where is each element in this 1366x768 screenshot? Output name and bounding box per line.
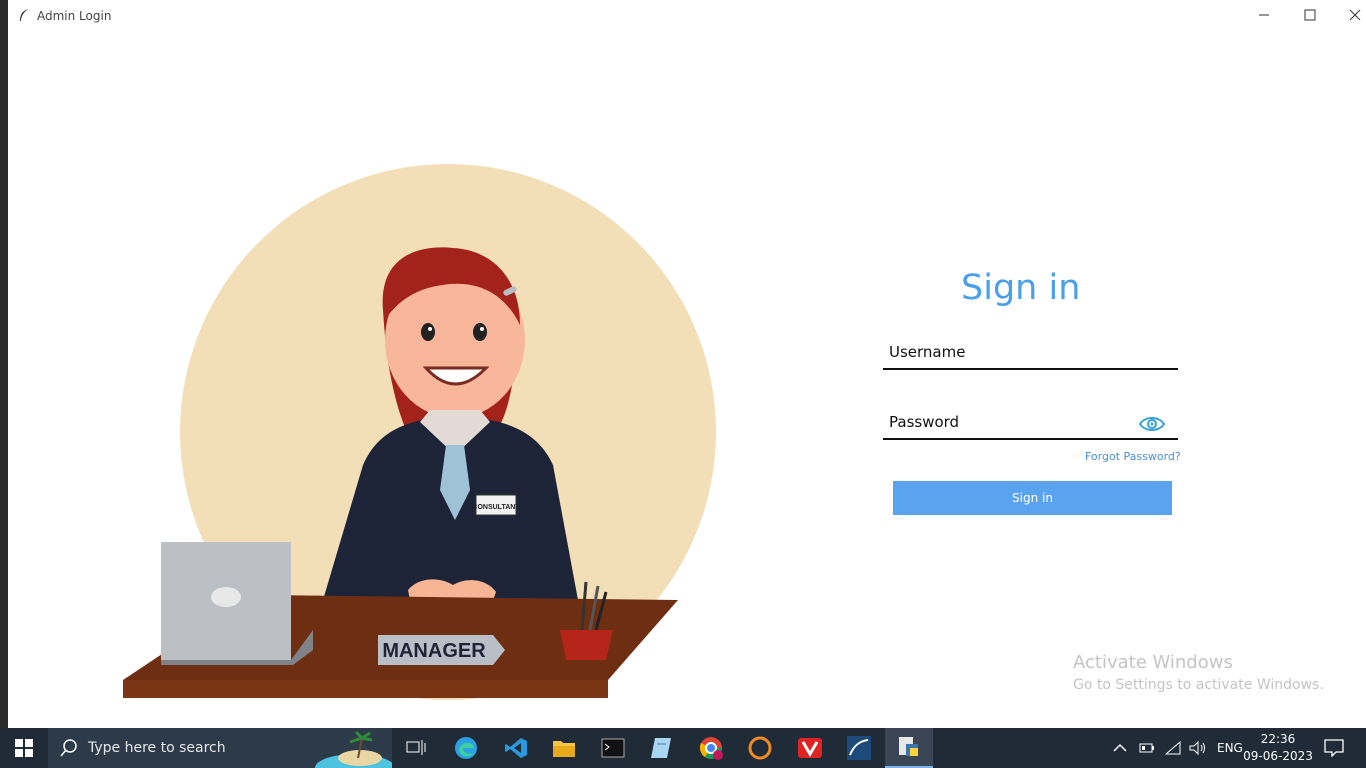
mysql-workbench-icon — [847, 736, 871, 760]
window-title: Admin Login — [37, 9, 112, 23]
clock-time: 22:36 — [1260, 732, 1296, 746]
windows-icon — [15, 739, 33, 757]
close-button[interactable] — [1332, 0, 1366, 30]
eclipse-icon — [748, 736, 772, 760]
vivaldi-icon — [798, 738, 822, 758]
desk-front — [123, 680, 608, 698]
terminal-icon — [601, 738, 625, 758]
consultant-badge-text: CONSULTANT — [472, 504, 520, 511]
taskbar-search[interactable]: Type here to search — [48, 728, 392, 768]
title-bar[interactable]: Admin Login — [8, 0, 1366, 30]
language-indicator[interactable]: ENG — [1217, 741, 1243, 755]
sign-in-heading: Sign in — [961, 268, 1081, 308]
notifications-button[interactable] — [1310, 728, 1358, 768]
right-eye — [473, 323, 487, 341]
edge-icon — [455, 737, 477, 759]
pen-holder — [560, 630, 613, 660]
terminal-button[interactable] — [589, 728, 637, 768]
left-eye — [421, 323, 435, 341]
python-icon — [899, 737, 918, 756]
maximize-icon — [1304, 9, 1316, 21]
task-view-icon — [406, 740, 426, 755]
admin-login-window: Admin Login CONSULTANT MANAGER Sign in U… — [8, 0, 1366, 728]
clock-date: 09-06-2023 — [1243, 749, 1313, 763]
taskbar: Type here to search ENG 22:36 09-06-2023 — [0, 728, 1366, 768]
system-tray: ENG — [1113, 728, 1243, 768]
activate-windows-watermark: Activate Windows Go to Settings to activ… — [1073, 652, 1324, 693]
username-field[interactable] — [883, 338, 1178, 370]
background-strip — [0, 0, 8, 728]
eclipse-button[interactable] — [736, 728, 784, 768]
mysql-workbench-button[interactable] — [835, 728, 883, 768]
search-placeholder: Type here to search — [88, 740, 226, 756]
start-button[interactable] — [0, 728, 48, 768]
python-button[interactable] — [885, 728, 933, 768]
minimize-icon — [1259, 14, 1269, 16]
edge-button[interactable] — [442, 728, 490, 768]
beach-icon — [315, 730, 392, 768]
vivaldi-button[interactable] — [786, 728, 834, 768]
password-input[interactable] — [889, 410, 1129, 434]
feather-icon — [20, 9, 28, 21]
vscode-icon — [505, 738, 527, 758]
notepad-button[interactable] — [637, 728, 685, 768]
forgot-password-link[interactable]: Forgot Password? — [1085, 450, 1181, 463]
volume-icon[interactable] — [1189, 741, 1207, 755]
manager-illustration: CONSULTANT MANAGER — [123, 164, 716, 700]
folder-icon — [553, 741, 575, 757]
vscode-button[interactable] — [492, 728, 540, 768]
username-input[interactable] — [889, 340, 1129, 364]
chrome-button[interactable] — [687, 728, 735, 768]
chevron-up-icon[interactable] — [1113, 743, 1127, 753]
sign-in-button[interactable]: Sign in — [893, 481, 1172, 515]
activate-subtitle: Go to Settings to activate Windows. — [1073, 677, 1324, 693]
eye-icon[interactable] — [1138, 414, 1166, 434]
password-field[interactable] — [883, 408, 1178, 440]
search-icon — [60, 739, 77, 757]
nameplate-text: MANAGER — [382, 640, 486, 662]
maximize-button[interactable] — [1287, 0, 1333, 30]
minimize-button[interactable] — [1241, 0, 1287, 30]
notification-icon — [1324, 739, 1344, 757]
chrome-icon — [699, 737, 723, 760]
file-explorer-button[interactable] — [540, 728, 588, 768]
activate-title: Activate Windows — [1073, 652, 1233, 673]
wifi-icon[interactable] — [1165, 741, 1181, 755]
battery-icon[interactable] — [1139, 742, 1155, 754]
close-icon — [1349, 9, 1361, 21]
task-view-button[interactable] — [392, 728, 440, 768]
laptop-logo — [211, 587, 241, 607]
notepad-icon — [651, 738, 671, 758]
clock[interactable]: 22:36 09-06-2023 — [1243, 731, 1313, 765]
